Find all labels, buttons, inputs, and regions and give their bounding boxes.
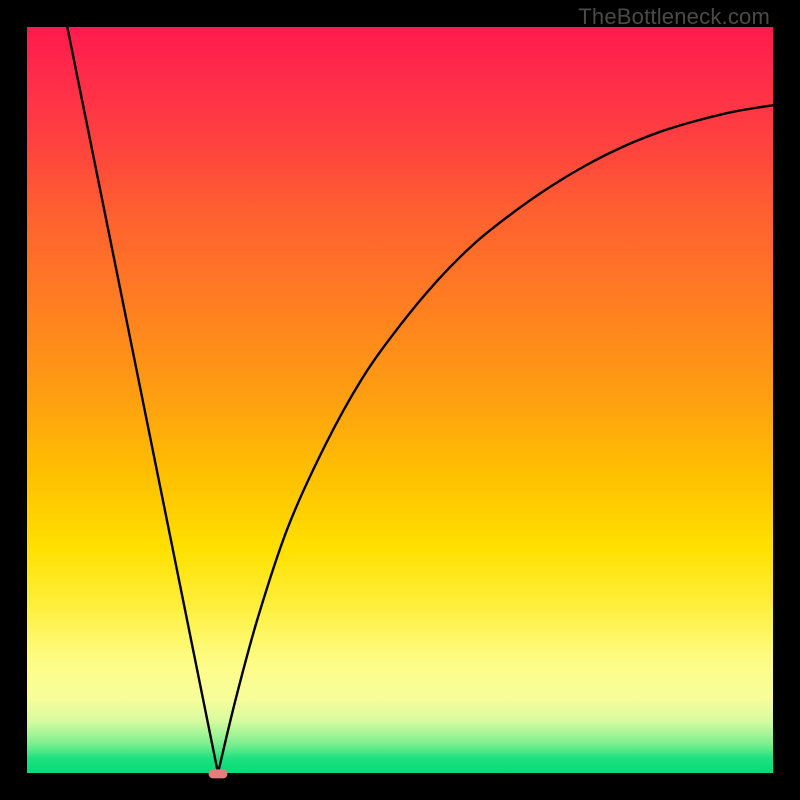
- minimum-marker: [208, 769, 227, 778]
- watermark-text: TheBottleneck.com: [578, 4, 770, 30]
- curve-left-branch: [67, 27, 218, 773]
- chart-frame: [27, 27, 773, 773]
- chart-curve-svg: [27, 27, 773, 773]
- curve-right-branch: [218, 105, 773, 773]
